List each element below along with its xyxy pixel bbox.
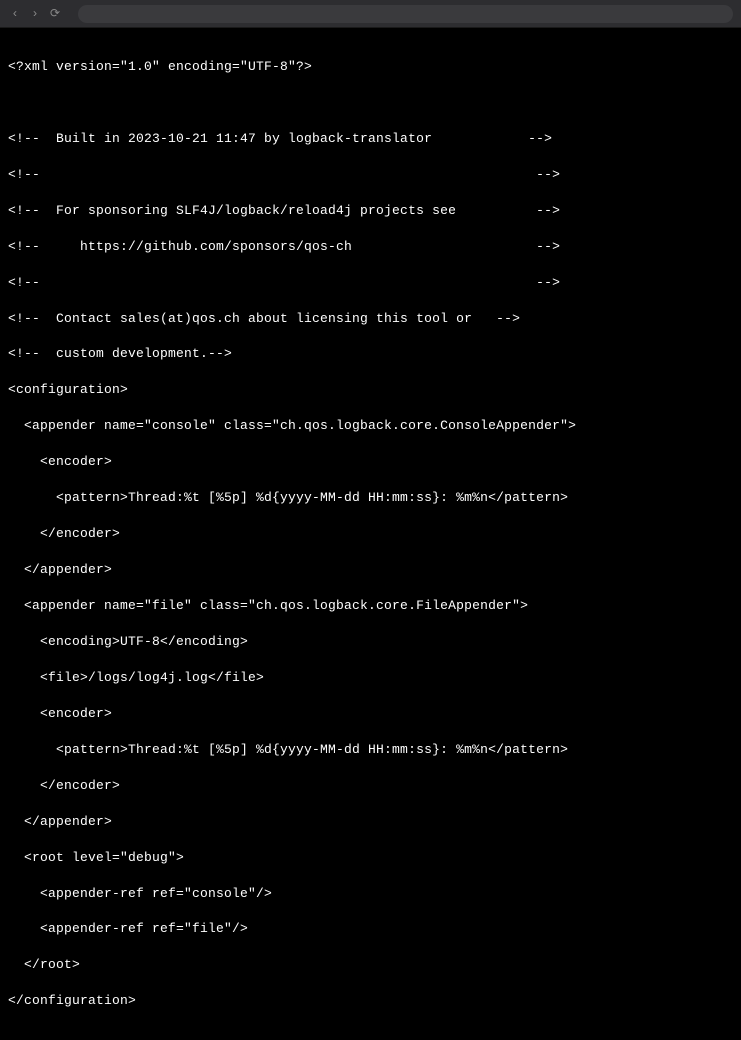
back-button[interactable]: ‹ xyxy=(8,7,22,21)
code-line: <!-- Built in 2023-10-21 11:47 by logbac… xyxy=(8,130,733,148)
code-line: </encoder> xyxy=(8,777,733,795)
code-line: <configuration> xyxy=(8,381,733,399)
code-line: <appender name="file" class="ch.qos.logb… xyxy=(8,597,733,615)
code-line: <file>/logs/log4j.log</file> xyxy=(8,669,733,687)
code-line: <root level="debug"> xyxy=(8,849,733,867)
code-line: <appender-ref ref="console"/> xyxy=(8,885,733,903)
code-line: </appender> xyxy=(8,813,733,831)
code-content: <?xml version="1.0" encoding="UTF-8"?> <… xyxy=(0,28,741,1040)
code-line: <appender-ref ref="file"/> xyxy=(8,920,733,938)
code-line: <!-- For sponsoring SLF4J/logback/reload… xyxy=(8,202,733,220)
code-line: <!-- https://github.com/sponsors/qos-ch … xyxy=(8,238,733,256)
code-line: <!-- custom development.--> xyxy=(8,345,733,363)
code-line: <appender name="console" class="ch.qos.l… xyxy=(8,417,733,435)
code-line: <encoder> xyxy=(8,705,733,723)
code-line: <!-- --> xyxy=(8,166,733,184)
address-bar[interactable] xyxy=(78,5,733,23)
code-line: <pattern>Thread:%t [%5p] %d{yyyy-MM-dd H… xyxy=(8,741,733,759)
code-line: <!-- Contact sales(at)qos.ch about licen… xyxy=(8,310,733,328)
forward-button[interactable]: › xyxy=(28,7,42,21)
code-line: </appender> xyxy=(8,561,733,579)
browser-nav-controls: ‹ › ⟳ xyxy=(8,6,62,21)
code-line: <encoder> xyxy=(8,453,733,471)
code-line: <?xml version="1.0" encoding="UTF-8"?> xyxy=(8,58,733,76)
code-line: </encoder> xyxy=(8,525,733,543)
code-line: </root> xyxy=(8,956,733,974)
code-line: <encoding>UTF-8</encoding> xyxy=(8,633,733,651)
reload-button[interactable]: ⟳ xyxy=(48,6,62,21)
code-line xyxy=(8,94,733,112)
browser-chrome: ‹ › ⟳ xyxy=(0,0,741,28)
code-line: <!-- --> xyxy=(8,274,733,292)
code-line: </configuration> xyxy=(8,992,733,1010)
code-line: <pattern>Thread:%t [%5p] %d{yyyy-MM-dd H… xyxy=(8,489,733,507)
